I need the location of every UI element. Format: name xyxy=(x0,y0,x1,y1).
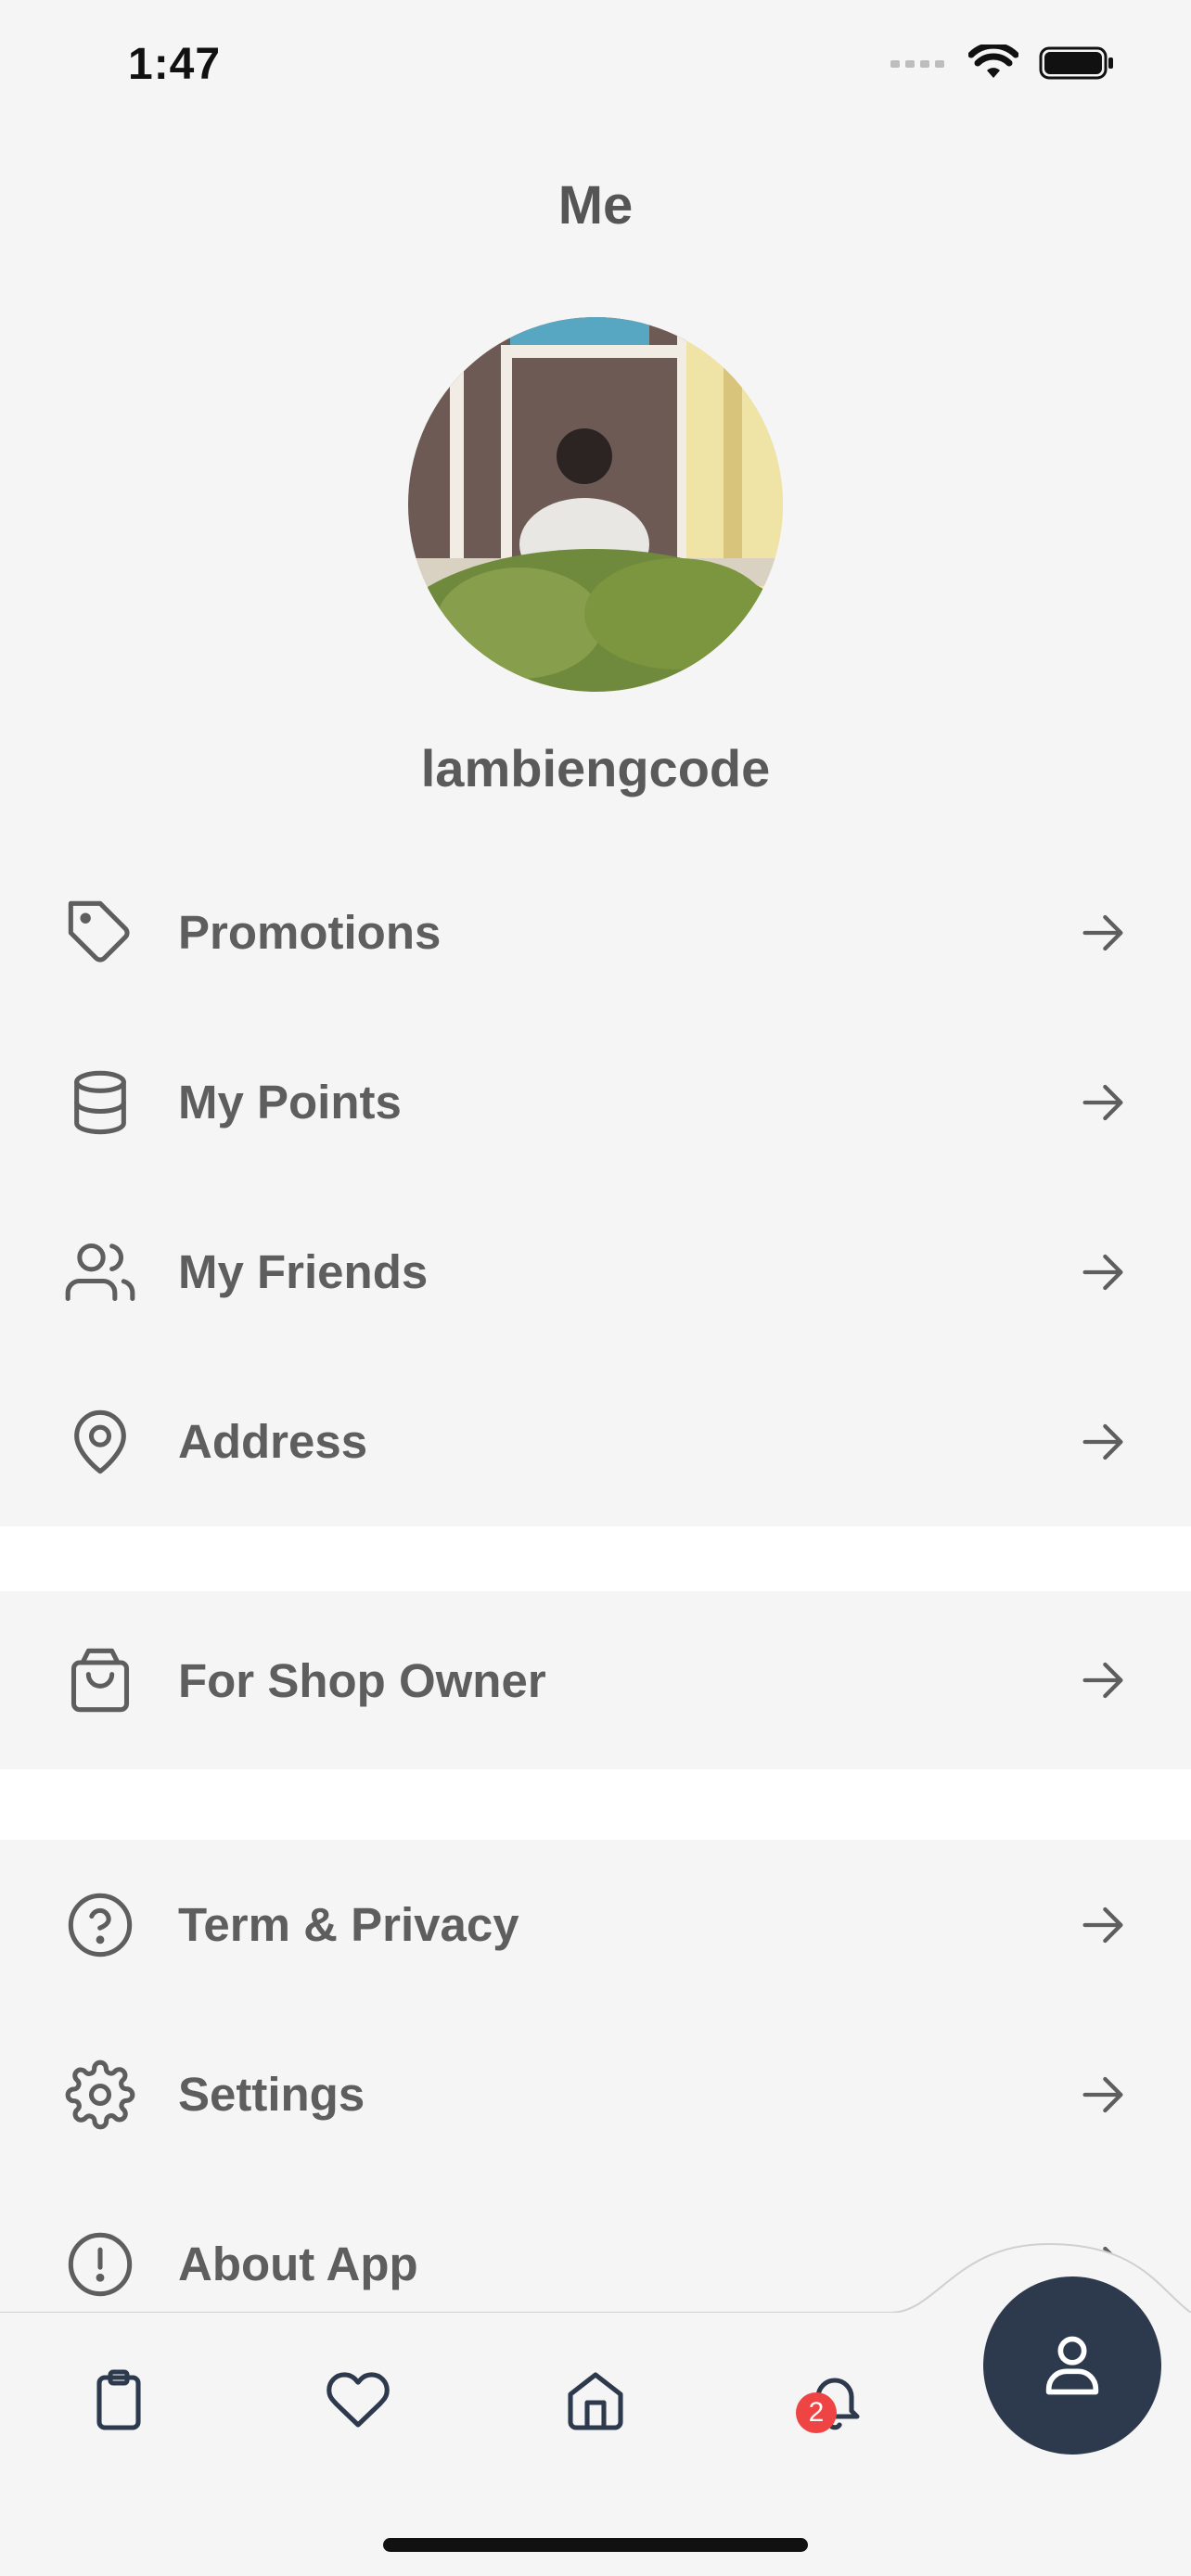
arrow-right-icon xyxy=(1082,1423,1123,1460)
tag-icon xyxy=(65,898,135,968)
status-icons xyxy=(890,45,1115,82)
heart-icon xyxy=(327,2372,390,2428)
menu-item-term-privacy[interactable]: Term & Privacy xyxy=(0,1840,1191,2009)
clipboard-icon xyxy=(96,2369,141,2430)
users-icon xyxy=(65,1237,135,1307)
map-pin-icon xyxy=(65,1407,135,1477)
menu-label: For Shop Owner xyxy=(178,1653,546,1707)
tab-orders[interactable] xyxy=(80,2361,158,2439)
menu-item-address[interactable]: Address xyxy=(0,1357,1191,1526)
status-bar: 1:47 xyxy=(0,0,1191,139)
arrow-right-icon xyxy=(1082,1084,1123,1120)
battery-icon xyxy=(1039,46,1113,80)
menu-item-settings[interactable]: Settings xyxy=(0,2009,1191,2179)
database-icon xyxy=(65,1067,135,1138)
shopping-bag-icon xyxy=(65,1645,135,1715)
arrow-right-icon xyxy=(1082,914,1123,950)
home-icon xyxy=(568,2372,623,2430)
signal-icon xyxy=(890,60,944,68)
menu-group-account: Promotions My Points My Friends Address xyxy=(0,848,1191,1526)
menu-label: My Friends xyxy=(178,1245,429,1298)
menu-label: My Points xyxy=(178,1076,402,1129)
menu-label: Settings xyxy=(178,2068,365,2121)
arrow-right-icon xyxy=(1082,1254,1123,1290)
gear-icon xyxy=(65,2060,135,2130)
menu-group-shop: For Shop Owner xyxy=(0,1591,1191,1769)
wifi-icon xyxy=(968,45,1018,78)
menu-item-shop-owner[interactable]: For Shop Owner xyxy=(0,1591,1191,1769)
username: lambiengcode xyxy=(420,739,771,797)
page-title: Me xyxy=(557,175,634,236)
profile-avatar[interactable] xyxy=(408,317,783,692)
menu-label: Address xyxy=(178,1415,368,1468)
status-time: 1:47 xyxy=(128,40,222,89)
arrow-right-icon xyxy=(1082,2076,1123,2112)
tab-favorites[interactable] xyxy=(319,2361,397,2439)
home-indicator xyxy=(383,2538,808,2552)
section-divider xyxy=(0,1526,1191,1591)
notification-badge: 2 xyxy=(796,2392,837,2433)
tab-home[interactable] xyxy=(557,2361,634,2439)
tab-profile[interactable] xyxy=(983,2276,1161,2455)
menu-item-my-points[interactable]: My Points xyxy=(0,1017,1191,1187)
arrow-right-icon xyxy=(1082,1906,1123,1943)
menu-item-my-friends[interactable]: My Friends xyxy=(0,1187,1191,1357)
menu-item-promotions[interactable]: Promotions xyxy=(0,848,1191,1017)
menu-label: Term & Privacy xyxy=(178,1898,519,1951)
user-icon xyxy=(1045,2336,1099,2395)
arrow-right-icon xyxy=(1082,1662,1123,1699)
help-circle-icon xyxy=(65,1890,135,1960)
menu-label: Promotions xyxy=(178,906,442,959)
section-divider xyxy=(0,1769,1191,1840)
